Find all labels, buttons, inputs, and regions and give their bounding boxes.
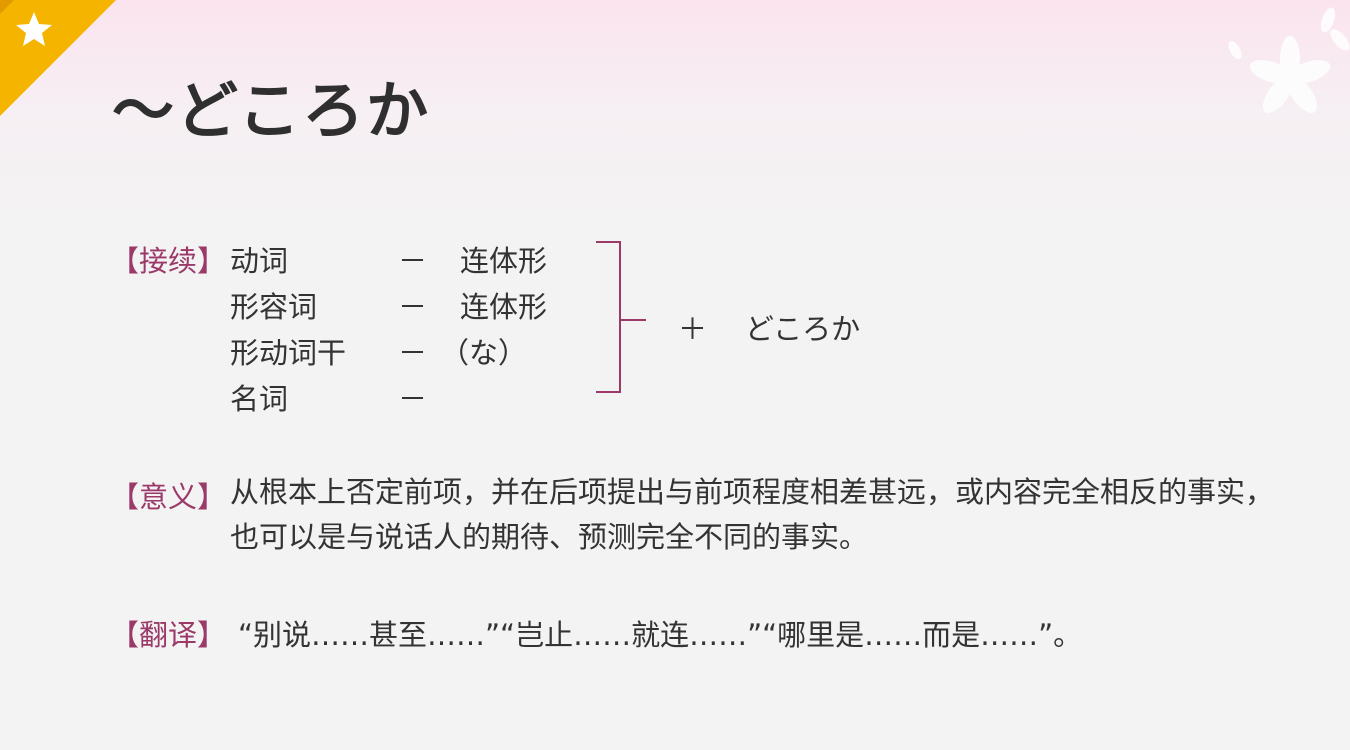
connection-label: 【接续】	[110, 244, 227, 278]
connection-row-dash: －	[398, 244, 428, 278]
connection-row-form: 连体形	[460, 290, 548, 324]
translation-label: 【翻译】	[110, 618, 227, 652]
page-title: ～どころか	[112, 74, 431, 147]
meaning-label: 【意义】	[110, 480, 227, 514]
connection-row-word: 动词	[230, 244, 289, 278]
connection-suffix: どころか	[745, 312, 861, 346]
connection-row-word: 名词	[230, 382, 289, 416]
connection-row-form: 连体形	[460, 244, 548, 278]
connection-row-word: 形容词	[230, 290, 318, 324]
connection-row-dash: －	[398, 290, 428, 324]
connection-row-form: （な）	[440, 336, 528, 370]
plus-sign: ＋	[678, 312, 708, 346]
bracket-icon	[596, 241, 646, 393]
translation-text: “别说……甚至……”“岂止……就连……”“哪里是……而是……”。	[238, 618, 1083, 652]
sakura-decoration-icon	[1228, 7, 1350, 113]
connection-row-word: 形动词干	[230, 336, 347, 370]
connection-row-dash: －	[398, 336, 428, 370]
connection-row-dash: －	[398, 382, 428, 416]
meaning-text: 从根本上否定前项，并在后项提出与前项程度相差甚远，或内容完全相反的事实，也可以是…	[230, 475, 1275, 554]
star-corner-badge	[0, 0, 116, 116]
